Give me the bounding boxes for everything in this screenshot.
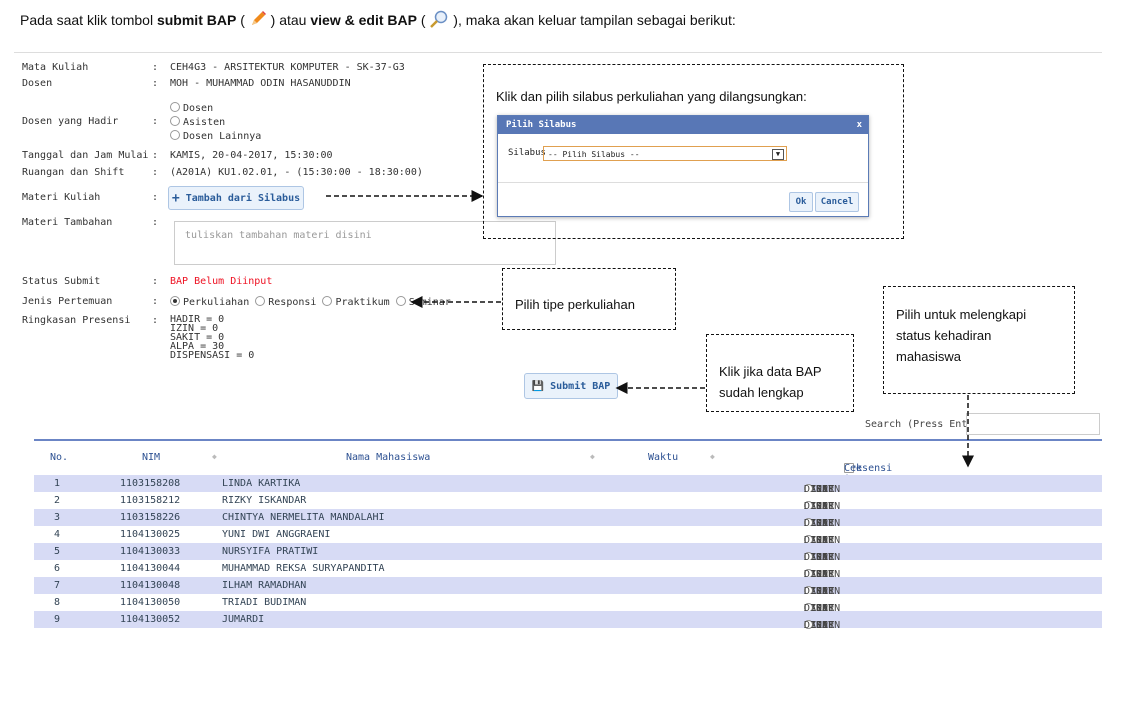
- annotation-arrows: [326, 190, 974, 468]
